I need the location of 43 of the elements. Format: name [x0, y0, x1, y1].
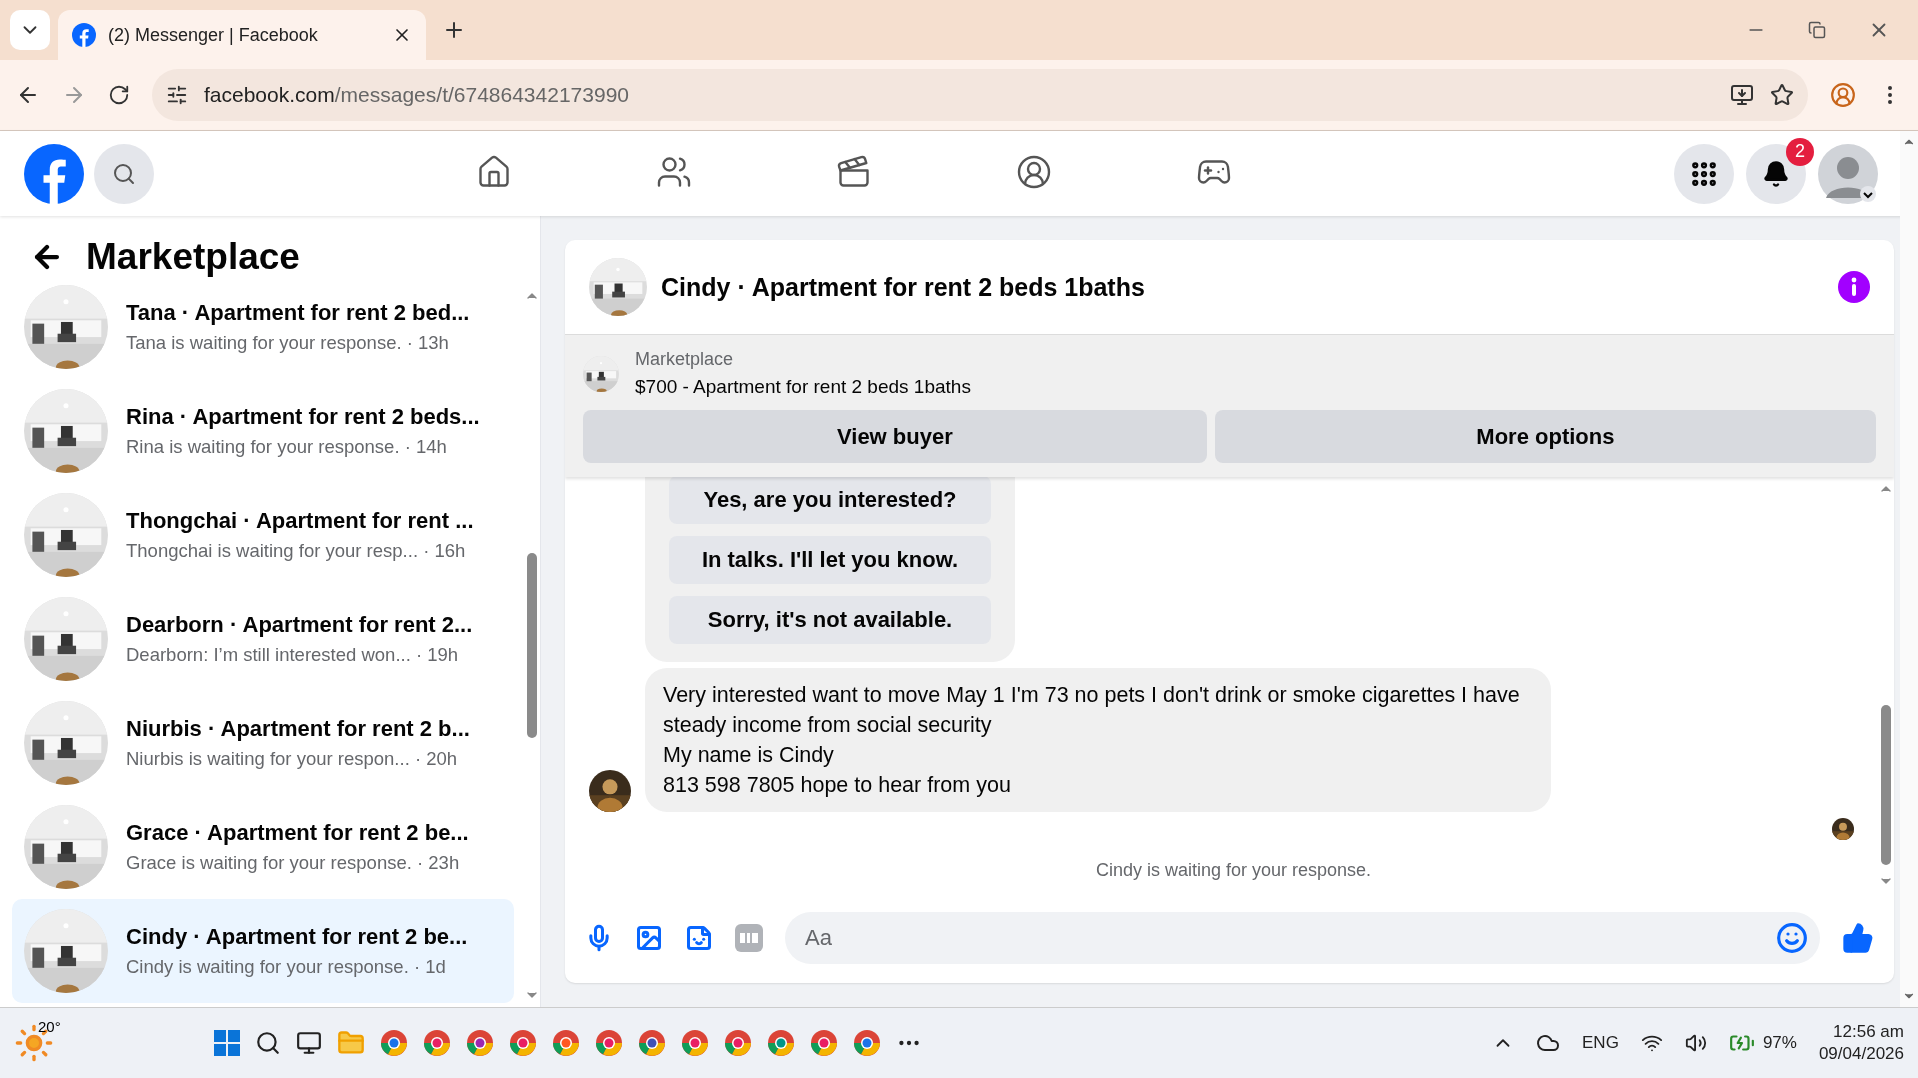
conversation-title: Niurbis · Apartment for rent 2 b...: [126, 716, 470, 742]
more-options-button[interactable]: More options: [1214, 410, 1876, 463]
conversation-title: Cindy · Apartment for rent 2 be...: [126, 924, 468, 950]
listing-title: $700 - Apartment for rent 2 beds 1baths: [635, 376, 971, 398]
conversation-item[interactable]: Rina · Apartment for rent 2 beds... Rina is waiting for your response. · 14h: [12, 379, 514, 483]
quick-reply-button[interactable]: In talks. I'll let you know.: [669, 536, 991, 584]
conversation-item[interactable]: Dearborn · Apartment for rent 2... Dearborn: I’m still interested won... · 19h: [12, 587, 514, 691]
message-text: My name is Cindy: [663, 742, 835, 769]
conversation-preview: Dearborn: I’m still interested won... · 19h: [126, 644, 460, 666]
conversation-preview: Niurbis is waiting for your respon... · 20h: [126, 748, 459, 770]
conversation-preview: Rina is waiting for your response. · 14h: [126, 436, 448, 458]
conversation-preview: Tana is waiting for your response. · 13h: [126, 332, 450, 354]
conversation-item[interactable]: Cindy · Apartment for rent 2 be... Cindy is waiting for your response. · 1d: [12, 899, 514, 1003]
conversation-preview: Thongchai is waiting for your resp... · 16h: [126, 540, 467, 562]
conversation-preview: Grace is waiting for your response. · 23h: [126, 852, 461, 874]
conversation-item[interactable]: Grace · Apartment for rent 2 be... Grace is waiting for your response. · 23h: [12, 795, 514, 899]
message-text: 813 598 7805 hope to hear from you: [663, 772, 1012, 799]
message-input[interactable]: Aa: [785, 912, 1820, 964]
view-buyer-button[interactable]: View buyer: [583, 410, 1207, 463]
temperature: 20°: [38, 1018, 61, 1035]
conversation-preview: Cindy is waiting for your response. · 1d: [126, 956, 447, 978]
conversation-item[interactable]: Tana · Apartment for rent 2 bed... Tana is waiting for your response. · 13h: [12, 284, 514, 379]
sidebar-title: Marketplace: [86, 236, 300, 278]
message-text: Very interested want to move May 1 I'm 73 no pets I don't drink or smoke cigarettes I have steady income from social security: [663, 682, 1521, 739]
chat-title: Cindy · Apartment for rent 2 beds 1baths: [661, 272, 1146, 302]
notification-badge: 2: [1786, 137, 1814, 166]
language-indicator[interactable]: ENG: [1582, 1033, 1619, 1053]
quick-reply-button[interactable]: Sorry, it's not available.: [669, 596, 991, 644]
clock[interactable]: 12:56 am 09/04/2026: [1818, 1022, 1904, 1064]
browser-tab[interactable]: (2) Messenger | Facebook: [58, 10, 426, 60]
status-text: Cindy is waiting for your response.: [1094, 859, 1373, 882]
tab-title: (2) Messenger | Facebook: [108, 24, 319, 46]
conversation-item[interactable]: Thongchai · Apartment for rent ... Thongchai is waiting for your resp... · 16h: [12, 483, 514, 587]
conversation-title: Tana · Apartment for rent 2 bed...: [126, 300, 470, 326]
conversation-item[interactable]: Niurbis · Apartment for rent 2 b... Niurbis is waiting for your respon... · 20h: [12, 691, 514, 795]
conversation-title: Grace · Apartment for rent 2 be...: [126, 820, 469, 846]
conversation-title: Dearborn · Apartment for rent 2...: [126, 612, 473, 638]
listing-source: Marketplace: [635, 349, 735, 370]
battery-percent: 97%: [1762, 1033, 1797, 1053]
conversation-title: Thongchai · Apartment for rent ...: [126, 508, 474, 534]
quick-reply-button[interactable]: Yes, are you interested?: [669, 477, 991, 524]
conversation-title: Rina · Apartment for rent 2 beds...: [126, 404, 480, 430]
address-bar[interactable]: facebook.com/messages/t/674864342173990: [152, 69, 1808, 121]
